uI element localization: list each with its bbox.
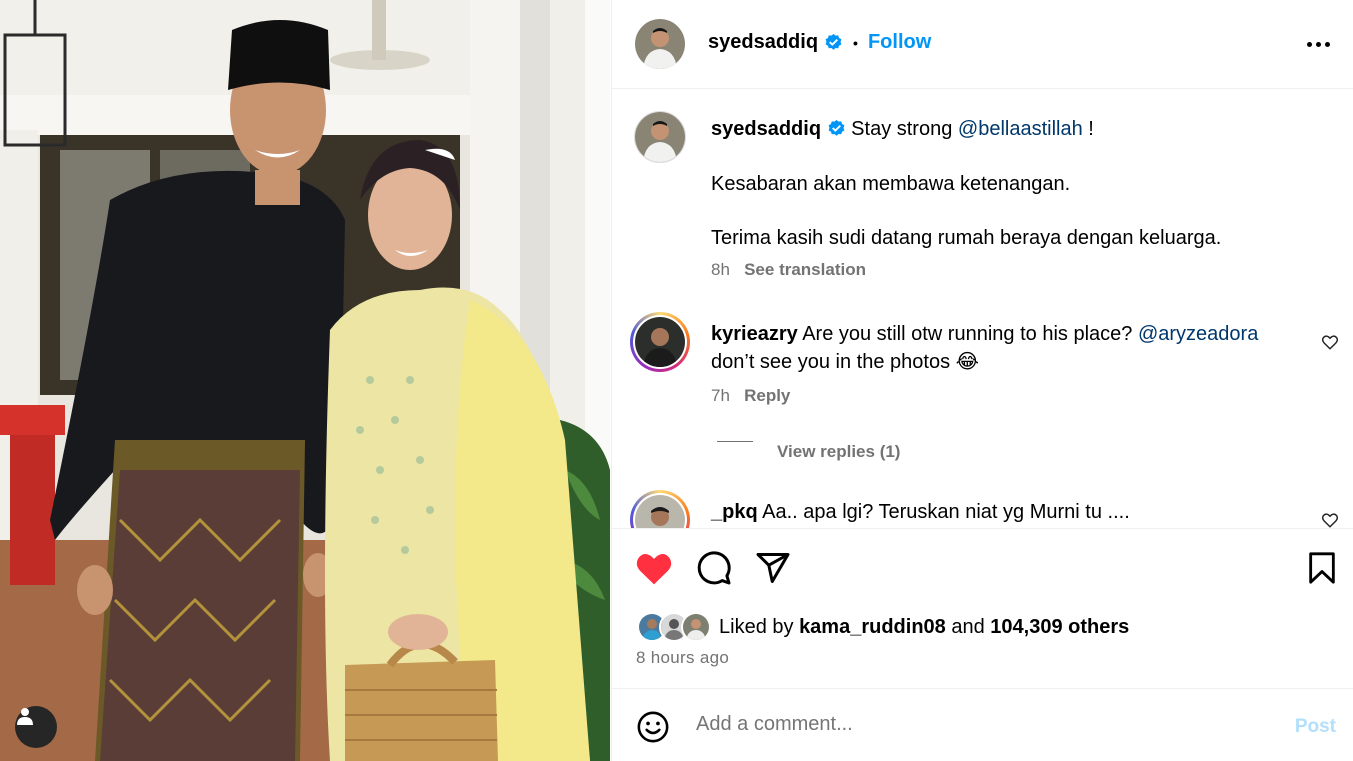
- comment-2: _pkq Aa.. apa lgi? Teruskan niat yg Murn…: [711, 498, 1311, 526]
- caption-mention[interactable]: @bellaastillah: [958, 118, 1083, 140]
- author-info: syedsaddiq • Follow: [708, 31, 931, 54]
- separator-dot: •: [853, 34, 858, 51]
- comment-composer: Post: [612, 688, 1353, 761]
- comment-2-line-1: _pkq Aa.. apa lgi? Teruskan niat yg Murn…: [711, 498, 1311, 526]
- comment-2-author[interactable]: _pkq: [711, 501, 758, 523]
- comment-1-time: 7h: [711, 386, 730, 405]
- comment-1-line-1: kyrieazry Are you still otw running to h…: [711, 320, 1311, 348]
- caption-author[interactable]: syedsaddiq: [711, 118, 821, 140]
- share-icon[interactable]: [755, 550, 791, 586]
- likes-summary: Liked by kama_ruddin08 and 104,309 other…: [637, 612, 1129, 642]
- comment-1-text: Are you still otw running to his place?: [802, 323, 1133, 345]
- author-avatar[interactable]: [635, 19, 685, 69]
- verified-icon: [825, 33, 842, 50]
- post-photo[interactable]: [0, 0, 610, 761]
- caption: syedsaddiq Stay strong @bellaastillah ! …: [711, 115, 1331, 280]
- heart-filled-icon[interactable]: [634, 550, 674, 586]
- post-comment-button[interactable]: Post: [1295, 716, 1336, 738]
- author-username[interactable]: syedsaddiq: [708, 31, 818, 54]
- post-image: [0, 0, 610, 761]
- more-options-button[interactable]: [1304, 34, 1332, 54]
- caption-text-end: !: [1088, 118, 1094, 140]
- commenter-2-avatar-story-ring[interactable]: [630, 490, 690, 528]
- comment-input[interactable]: [696, 713, 1256, 736]
- comment-1-meta: 7h Reply: [711, 386, 1311, 406]
- see-translation-link[interactable]: See translation: [744, 260, 866, 279]
- comment-2-text: Aa.. apa lgi? Teruskan niat yg Murni tu …: [762, 501, 1130, 523]
- comments-list[interactable]: syedsaddiq Stay strong @bellaastillah ! …: [612, 90, 1353, 528]
- caption-time: 8h: [711, 260, 730, 279]
- more-icon: [1306, 41, 1312, 47]
- liker-avatar: [681, 612, 711, 642]
- comment-1-text-2: don’t see you in the photos: [711, 351, 951, 373]
- verified-icon: [828, 119, 844, 136]
- replies-divider: [717, 441, 753, 442]
- post-side-panel: syedsaddiq • Follow syedsaddiq Stay stro…: [611, 0, 1353, 761]
- commenter-avatar: [635, 317, 685, 367]
- post-header: syedsaddiq • Follow: [612, 0, 1353, 89]
- heart-outline-icon[interactable]: [1321, 511, 1339, 528]
- view-replies-button[interactable]: View replies (1): [777, 442, 900, 462]
- comment-1-line-2: don’t see you in the photos 😂: [711, 348, 1311, 376]
- bookmark-icon[interactable]: [1305, 551, 1339, 585]
- comment-1-mention[interactable]: @aryzeadora: [1138, 323, 1258, 345]
- user-tag-button[interactable]: [15, 706, 57, 748]
- caption-text: Stay strong: [851, 118, 953, 140]
- post-timestamp[interactable]: 8 hours ago: [636, 648, 729, 668]
- heart-outline-icon[interactable]: [1321, 333, 1339, 351]
- caption-author-avatar[interactable]: [634, 111, 686, 163]
- laughing-emoji: 😂: [955, 351, 979, 373]
- caption-meta: 8h See translation: [711, 260, 1331, 280]
- commenter-2-avatar: [635, 495, 685, 528]
- comment-1-reply-button[interactable]: Reply: [744, 386, 790, 405]
- post-actions: Liked by kama_ruddin08 and 104,309 other…: [612, 528, 1353, 688]
- comment-1-author[interactable]: kyrieazry: [711, 323, 798, 345]
- user-tag-icon: [17, 708, 33, 725]
- caption-line-2: Kesabaran akan membawa ketenangan.: [711, 173, 1071, 195]
- liked-by-prefix: Liked by: [719, 615, 794, 638]
- emoji-icon[interactable]: [636, 710, 670, 744]
- commenter-avatar-story-ring[interactable]: [630, 312, 690, 372]
- liked-by-user[interactable]: kama_ruddin08: [799, 616, 946, 639]
- liked-by-and: and: [951, 615, 985, 638]
- comment-icon[interactable]: [696, 550, 732, 586]
- follow-button[interactable]: Follow: [868, 31, 931, 54]
- comment-1: kyrieazry Are you still otw running to h…: [711, 320, 1311, 406]
- likes-count[interactable]: 104,309 others: [990, 616, 1129, 639]
- caption-line-3: Terima kasih sudi datang rumah beraya de…: [711, 227, 1222, 249]
- caption-line-1: syedsaddiq Stay strong @bellaastillah !: [711, 115, 1331, 143]
- liker-avatars[interactable]: [637, 612, 711, 642]
